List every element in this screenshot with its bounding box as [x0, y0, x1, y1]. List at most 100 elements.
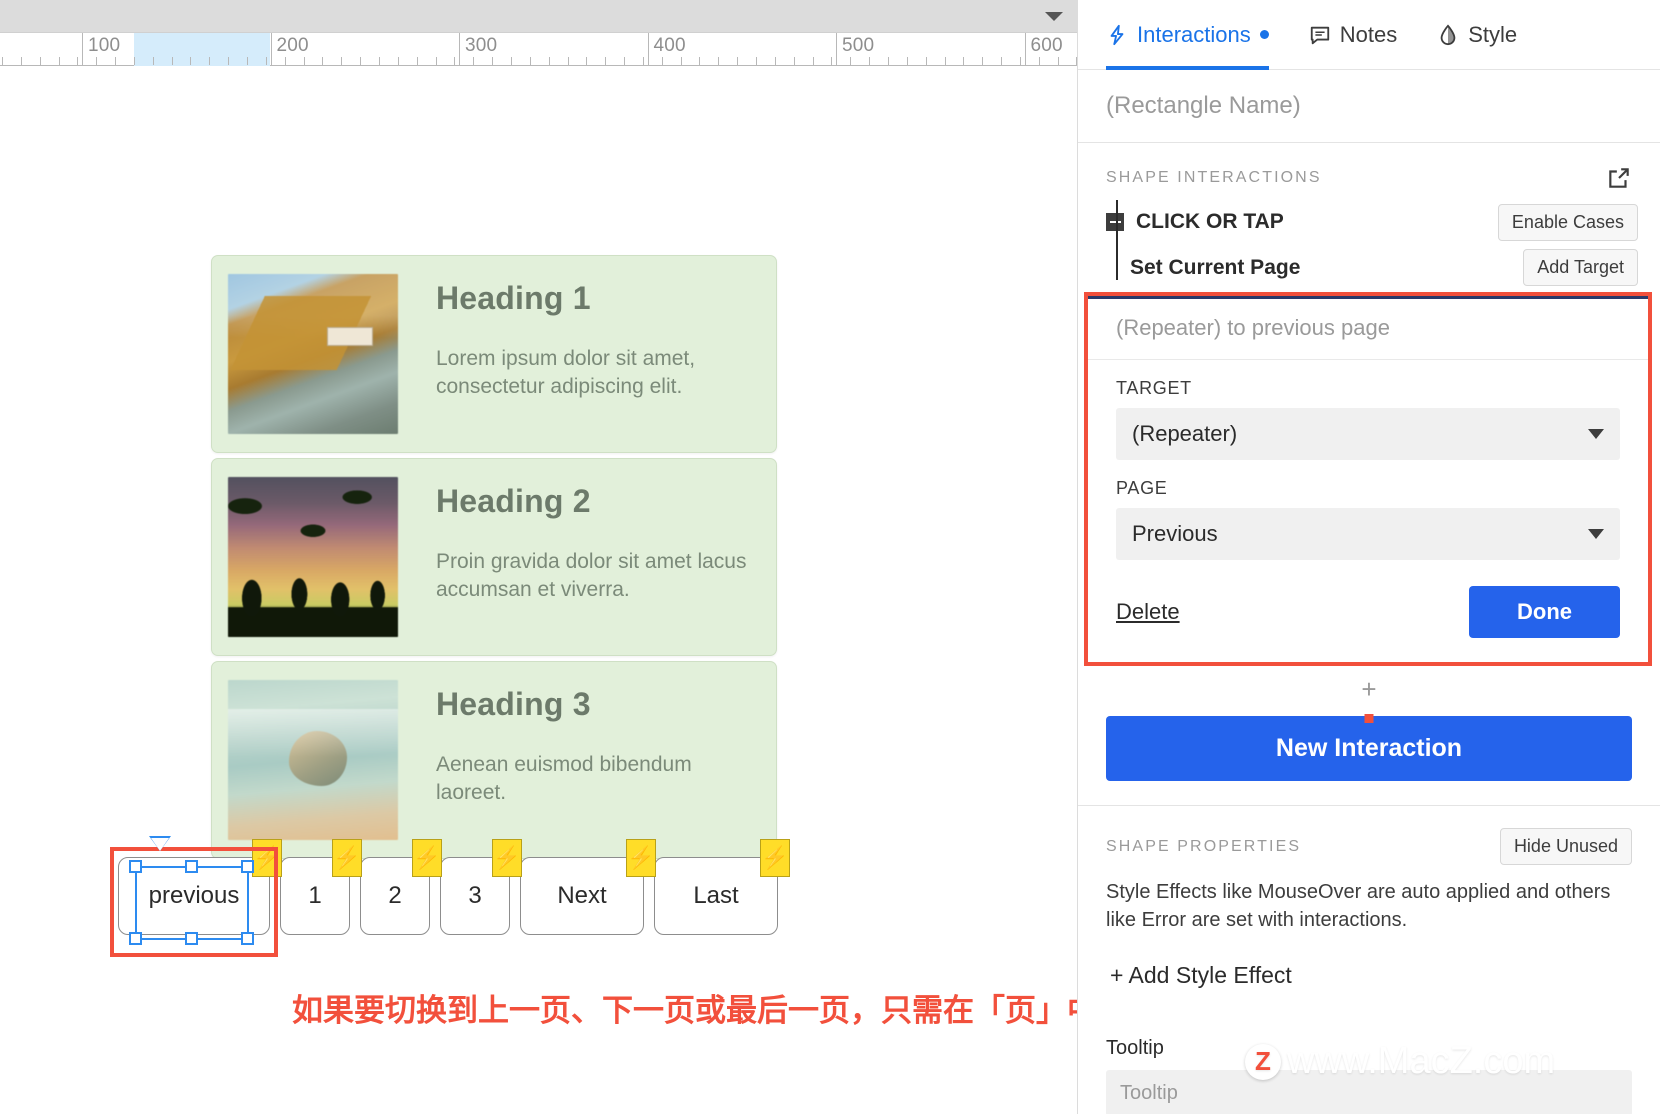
interaction-bolt-icon[interactable]: ⚡	[626, 839, 656, 877]
ruler-minor-tick	[813, 57, 814, 65]
shape-properties-description: Style Effects like MouseOver are auto ap…	[1106, 881, 1611, 931]
ruler-minor-tick	[945, 57, 946, 65]
collapse-toggle-icon[interactable]	[1106, 213, 1124, 231]
design-canvas[interactable]: 100 200 300 400 500 600 Heading 1 Lorem ipsum…	[0, 0, 1077, 1114]
resize-handle-n[interactable]	[185, 860, 198, 873]
card-text: Aenean euismod bibendum laoreet.	[436, 753, 692, 804]
shape-name-field[interactable]: (Rectangle Name)	[1078, 70, 1660, 143]
watermark-badge: Z	[1245, 1043, 1281, 1080]
event-row-click-or-tap[interactable]: CLICK OR TAP Enable Cases	[1078, 201, 1660, 243]
selection-handles[interactable]	[129, 836, 259, 946]
resize-handle-se[interactable]	[241, 932, 254, 945]
ruler-minor-tick	[662, 57, 663, 65]
resize-handle-ne[interactable]	[241, 860, 254, 873]
ruler-minor-tick	[228, 57, 229, 65]
enable-cases-button[interactable]: Enable Cases	[1497, 203, 1638, 241]
horizontal-ruler[interactable]: 100 200 300 400 500 600	[0, 33, 1077, 66]
ruler-minor-tick	[2, 57, 3, 65]
add-target-button[interactable]: Add Target	[1523, 249, 1638, 286]
ruler-minor-tick	[1020, 57, 1021, 65]
ruler-minor-tick	[134, 57, 135, 65]
ruler-major-tick	[647, 33, 649, 66]
event-label: CLICK OR TAP	[1136, 210, 1284, 233]
plus-icon[interactable]: +	[1361, 676, 1376, 702]
tab-interactions[interactable]: Interactions	[1106, 0, 1269, 70]
pagination-item-wrap: 2 ⚡	[360, 839, 442, 935]
add-case-row[interactable]: +	[1078, 666, 1660, 706]
page-select[interactable]: Previous	[1116, 508, 1620, 560]
selection-edge-right	[247, 866, 249, 940]
ruler-minor-tick	[266, 57, 267, 65]
hide-unused-button[interactable]: Hide Unused	[1499, 828, 1632, 865]
shape-interactions-header: SHAPE INTERACTIONS	[1078, 143, 1660, 201]
interaction-bolt-icon[interactable]: ⚡	[760, 839, 790, 877]
ruler-minor-tick	[831, 57, 832, 65]
ruler-minor-tick	[794, 57, 795, 65]
external-link-icon[interactable]	[1606, 165, 1632, 191]
annotation-text: 如果要切换到上一页、下一页或最后一页，只需在「页」中设置即可	[292, 993, 1077, 1028]
pagination-item-wrap: 3 ⚡	[440, 839, 522, 935]
card-body: Heading 1 Lorem ipsum dolor sit amet, co…	[398, 274, 751, 401]
card-body: Heading 3 Aenean euismod bibendum laoree…	[398, 680, 751, 807]
event-row-left: CLICK OR TAP	[1106, 210, 1284, 234]
resize-handle-s[interactable]	[185, 932, 198, 945]
pagination-item-wrap: 1 ⚡	[280, 839, 362, 935]
ruler-major-tick	[459, 33, 460, 66]
action-row-set-current-page[interactable]: Set Current Page Add Target	[1078, 243, 1660, 292]
ruler-minor-tick	[115, 57, 116, 65]
page-field-label: PAGE	[1116, 478, 1168, 498]
card-text: Lorem ipsum dolor sit amet, consectetur …	[436, 347, 696, 398]
ruler-minor-tick	[209, 57, 210, 65]
section-title: SHAPE INTERACTIONS	[1106, 169, 1322, 186]
repeater-card[interactable]: Heading 1 Lorem ipsum dolor sit amet, co…	[211, 255, 777, 453]
done-button[interactable]: Done	[1469, 586, 1620, 638]
ruler-minor-tick	[850, 57, 851, 65]
ruler-minor-tick	[1039, 57, 1040, 65]
watermark: Z www.MacZ.com	[1245, 1040, 1555, 1083]
event-tree-connector	[1116, 200, 1118, 280]
repeater-card[interactable]: Heading 3 Aenean euismod bibendum laoree…	[211, 661, 777, 859]
ruler-minor-tick	[511, 57, 512, 65]
ruler-minor-tick	[492, 57, 493, 65]
panel-tabs: Interactions Notes Style	[1078, 0, 1660, 70]
canvas-toolbar	[0, 0, 1077, 33]
interaction-bolt-icon[interactable]: ⚡	[332, 839, 362, 877]
resize-handle-sw[interactable]	[129, 932, 142, 945]
card-heading: Heading 1	[436, 280, 591, 316]
selection-edge-left	[135, 866, 137, 940]
inspector-panel: Interactions Notes Style (Rectangle Name…	[1077, 0, 1660, 1114]
ruler-minor-tick	[360, 57, 361, 65]
tab-notes[interactable]: Notes	[1309, 0, 1397, 70]
interaction-bolt-icon[interactable]: ⚡	[492, 839, 522, 877]
tab-label: Style	[1468, 21, 1518, 47]
ruler-minor-tick	[982, 57, 983, 65]
ruler-minor-tick	[737, 57, 738, 65]
rotate-handle-inner	[151, 838, 169, 851]
resize-handle-nw[interactable]	[129, 860, 142, 873]
new-interaction-button[interactable]: New Interaction	[1106, 716, 1632, 781]
card-body: Heading 2 Proin gravida dolor sit amet l…	[398, 477, 751, 604]
ruler-minor-tick	[1058, 57, 1059, 65]
ruler-minor-tick	[190, 57, 191, 65]
delete-link[interactable]: Delete	[1116, 599, 1180, 625]
ruler-minor-tick	[643, 57, 644, 65]
card-heading: Heading 2	[436, 483, 591, 519]
pagination-button-label: 2	[388, 882, 402, 909]
repeater-card[interactable]: Heading 2 Proin gravida dolor sit amet l…	[211, 458, 777, 656]
interaction-bolt-icon[interactable]: ⚡	[412, 839, 442, 877]
tab-style[interactable]: Style	[1437, 0, 1517, 70]
ruler-minor-tick	[549, 57, 550, 65]
ruler-major-tick	[270, 33, 272, 66]
section-title: SHAPE PROPERTIES	[1106, 837, 1302, 855]
add-style-effect-button[interactable]: + Add Style Effect	[1078, 934, 1660, 989]
page-field-group: PAGE Previous	[1088, 478, 1648, 560]
target-select[interactable]: (Repeater)	[1116, 408, 1620, 460]
card-text: Proin gravida dolor sit amet lacus accum…	[436, 550, 747, 601]
ruler-minor-tick	[1001, 57, 1002, 65]
ruler-minor-tick	[775, 57, 776, 65]
chevron-down-icon[interactable]	[1045, 12, 1063, 21]
ruler-major-tick	[836, 33, 837, 66]
ruler-minor-tick	[888, 57, 889, 65]
pagination-button-label: Next	[557, 882, 607, 909]
target-editor-panel: (Repeater) to previous page TARGET (Repe…	[1084, 292, 1652, 666]
